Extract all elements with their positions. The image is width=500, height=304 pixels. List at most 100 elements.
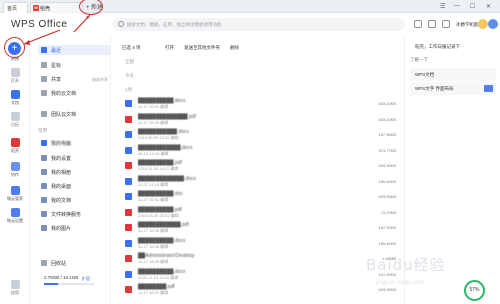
- file-type-icon: [125, 255, 132, 262]
- file-row[interactable]: ██Administrator\Desktop 11-27 16:05 编辑 1.5…: [118, 252, 400, 265]
- file-row[interactable]: ████████.pdf 11-27 16:01 编辑 453.33KB: [118, 283, 400, 296]
- file-size: 187.20KB: [378, 225, 396, 230]
- file-date: 11-27 16:05 编辑: [138, 228, 169, 233]
- watermark-text: Baidu经验: [366, 256, 446, 274]
- group-header-week: 1周: [125, 87, 133, 92]
- file-date: 11-27 17:10 编辑: [138, 181, 169, 187]
- nav-item-team[interactable]: 团队云文档: [38, 109, 110, 119]
- team-icon: [41, 111, 47, 117]
- file-type-icon: [125, 100, 132, 107]
- promo-card[interactable]: WPS文档: [410, 68, 496, 81]
- nav-label: 我的电脑: [51, 141, 72, 147]
- storage-fill: [44, 283, 58, 285]
- file-row[interactable]: ██████████.pdf 2019-11-26 14:37 编辑 453.33K…: [118, 159, 400, 172]
- nav-label: 我的图片: [51, 226, 72, 232]
- file-row[interactable]: ██████████.pdf 2019-05-30 23:32 编辑 74.23KB: [118, 206, 400, 219]
- send-to-folder-button[interactable]: 发送至其他文件夹: [184, 45, 220, 51]
- delete-button[interactable]: 删除: [230, 45, 239, 51]
- nav-label: 回收站: [51, 261, 67, 267]
- cloud-icon: [41, 90, 47, 96]
- file-type-icon: [125, 177, 132, 185]
- file-type-icon: [125, 270, 132, 278]
- file-size: 453.33KB: [378, 194, 396, 199]
- nav-label: 我的相册: [51, 170, 72, 176]
- nav-label: 团队云文档: [51, 112, 77, 118]
- file-date: 2019-05-30 23:32 编辑: [138, 135, 179, 140]
- file-size: 453.33KB: [378, 163, 396, 168]
- file-row[interactable]: █████████████.docx 11-27 17:10 编辑 185.44KB: [118, 175, 400, 188]
- file-row[interactable]: ██████████.docx 11-27 16:06 编辑 185.44KB: [118, 237, 400, 250]
- nav-item-common[interactable]: 我的图片: [38, 223, 110, 233]
- list-toolbar: 已选 4 项 打开 发送至其他文件夹 删除: [118, 43, 398, 54]
- promo-card[interactable]: WPS文字 界面布局: [410, 82, 496, 95]
- storage-upgrade-link[interactable]: 扩容: [82, 276, 90, 282]
- folder-icon: [41, 183, 47, 189]
- selected-count: 已选 4 项: [122, 45, 141, 50]
- clock-icon: [41, 47, 47, 53]
- nav-item-common[interactable]: 我的相册: [38, 167, 110, 177]
- file-row[interactable]: ███████████.docx 2019-05-30 23:32 编辑 157.3…: [118, 128, 400, 141]
- nav-label: 文件转换服务: [51, 212, 82, 218]
- file-row[interactable]: ██████████.docx 11-27 16:51 编辑 453.33KB: [118, 97, 400, 110]
- file-size: 157.30KB: [378, 132, 396, 137]
- file-date: 11-27 16:05 编辑: [138, 119, 169, 125]
- group-header-today: 今天: [125, 73, 134, 78]
- file-date: 11-27 16:06 编辑: [138, 243, 169, 249]
- trash-icon: [41, 260, 47, 266]
- nav-label: 我的文档: [51, 198, 72, 204]
- file-size: 185.44KB: [378, 178, 396, 184]
- nav-label: 我的设置: [51, 156, 72, 162]
- nav-hint: 接收共享: [92, 77, 108, 82]
- nav-label: 共享: [51, 77, 62, 83]
- nav-item-common[interactable]: 我的文档: [38, 195, 110, 205]
- file-row[interactable]: ██████████.docx 2020-11-13 11:00 编辑 121.25…: [118, 268, 400, 281]
- nav-item-recent[interactable]: 最近: [38, 45, 110, 55]
- file-date: 2020-11-13 11:00 编辑: [138, 274, 179, 280]
- storage-bar: [44, 283, 94, 285]
- performance-gauge[interactable]: 57%: [464, 280, 485, 301]
- file-date: 2019-05-30 23:32 编辑: [138, 212, 179, 218]
- nav-item-common[interactable]: 我的桌面: [38, 181, 110, 191]
- open-button[interactable]: 打开: [165, 45, 174, 51]
- file-type-icon: [125, 131, 132, 138]
- promo-card-label: WPS文档: [415, 72, 435, 77]
- file-type-icon: [125, 286, 132, 293]
- folder-icon: [41, 225, 47, 231]
- file-date: 11-27 16:51 编辑: [138, 197, 169, 202]
- file-row[interactable]: ██████████.doc 11-27 16:51 编辑 453.33KB: [118, 190, 400, 203]
- folder-icon: [41, 211, 47, 217]
- promo-subtitle[interactable]: 了解一下: [410, 57, 428, 63]
- filter-dropdown[interactable]: 全部: [125, 59, 134, 65]
- file-type-icon: [125, 193, 132, 200]
- file-row[interactable]: ██████████████.pdf 11-27 16:05 编辑 453.33KB: [118, 113, 400, 126]
- file-type-icon: [125, 208, 132, 216]
- file-size: 74.23KB: [380, 209, 396, 215]
- star-icon: [41, 62, 47, 68]
- nav-item-common[interactable]: 我的电脑: [38, 138, 110, 148]
- file-row[interactable]: ████████████.docx 06-12 10:10 编辑 374.77KB: [118, 144, 400, 157]
- file-date: 11-27 16:01 编辑: [138, 290, 169, 295]
- nav-item-common[interactable]: 文件转换服务: [38, 209, 110, 219]
- nav-label: 最近: [51, 48, 62, 54]
- file-row[interactable]: ████████████.pdf 11-27 16:05 编辑 187.20KB: [118, 221, 400, 234]
- section-label: 常用: [38, 128, 47, 133]
- promo-card-label: WPS文字 界面布局: [415, 86, 454, 91]
- file-type-icon: [125, 162, 132, 169]
- file-date: 11-27 16:05 编辑: [138, 259, 169, 264]
- video-icon: [484, 85, 493, 92]
- nav-item-cloud-docs[interactable]: 我的云文档: [38, 88, 110, 98]
- nav-item-common[interactable]: 我的设置: [38, 153, 110, 163]
- file-type-icon: [125, 239, 132, 247]
- file-size: 453.33KB: [378, 287, 396, 292]
- file-size: 453.33KB: [378, 116, 396, 122]
- nav-item-recycle[interactable]: 回收站: [38, 258, 110, 268]
- computer-icon: [41, 140, 47, 146]
- file-type-icon: [125, 146, 132, 154]
- file-date: 2019-11-26 14:37 编辑: [138, 166, 179, 171]
- nav-item-starred[interactable]: 星标: [38, 60, 110, 70]
- folder-icon: [41, 155, 47, 161]
- file-type-icon: [125, 224, 132, 231]
- share-icon: [41, 76, 47, 82]
- storage-text: 2.76GB / 10.1GB: [44, 275, 79, 280]
- nav-label: 星标: [51, 63, 62, 69]
